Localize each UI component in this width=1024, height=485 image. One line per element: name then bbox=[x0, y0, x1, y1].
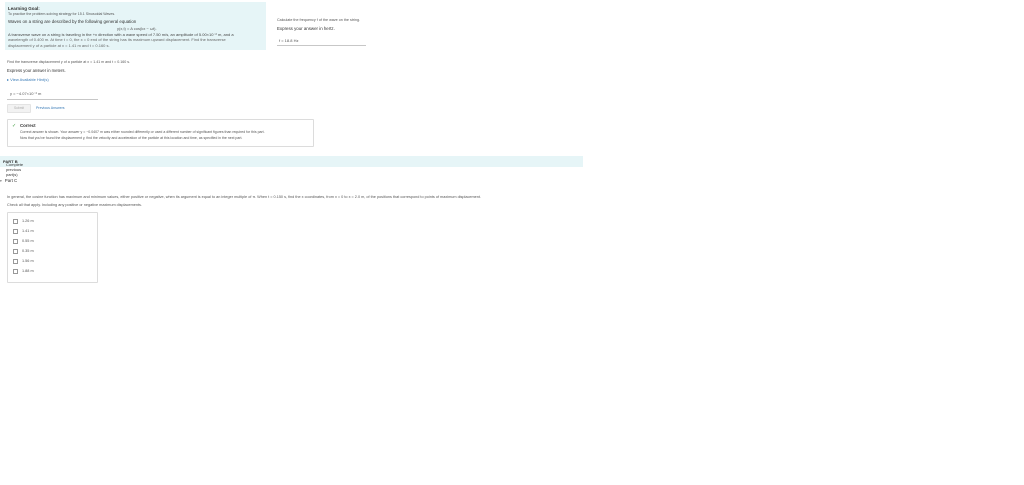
problem-line-3: displacement y of a particle at x = 1.41… bbox=[8, 42, 110, 48]
correct-title: Correct bbox=[20, 123, 36, 128]
view-hints-label: View Available Hint(s) bbox=[10, 77, 49, 82]
option-item[interactable]: 0.55 m bbox=[13, 238, 34, 245]
correct-feedback-box: ✓ Correct Correct answer is shown. Your … bbox=[7, 119, 314, 147]
checkbox[interactable] bbox=[13, 258, 18, 264]
checkbox[interactable] bbox=[13, 228, 18, 234]
previous-answers-link[interactable]: Previous Answers bbox=[36, 104, 65, 112]
part-c-title: Part C bbox=[4, 178, 18, 183]
part-a-question: Find the transverse displacement y of a … bbox=[7, 60, 131, 64]
option-label: 0.55 m bbox=[22, 239, 34, 243]
option-label: 1.88 m bbox=[22, 269, 34, 273]
chevron-down-icon: ▾ bbox=[0, 179, 2, 183]
frequency-part: Calculate the frequency f of the wave on… bbox=[277, 18, 377, 46]
checkbox[interactable] bbox=[13, 248, 18, 254]
frequency-answer: f = 18.8 Hz bbox=[277, 36, 366, 46]
part-a-answer-field[interactable]: y = −4.07×10⁻² m bbox=[7, 89, 98, 100]
check-icon: ✓ bbox=[12, 123, 17, 129]
option-item[interactable]: 1.88 m bbox=[13, 268, 34, 275]
learning-goal-title: Learning Goal: bbox=[8, 6, 40, 11]
part-b-status: Complete previous part(s) bbox=[6, 162, 24, 177]
checkbox[interactable] bbox=[13, 218, 18, 224]
checkbox[interactable] bbox=[13, 238, 18, 244]
option-item[interactable]: 1.56 m bbox=[13, 258, 34, 265]
learning-goal-subtitle: To practice the problem-solving strategy… bbox=[8, 12, 116, 16]
correct-message: Correct answer is shown. Your answer y =… bbox=[20, 130, 265, 134]
options-list: 1.26 m 1.41 m 0.55 m 0.35 m 1.56 m 1.88 … bbox=[7, 212, 98, 283]
frequency-express: Express your answer in hertz. bbox=[277, 26, 335, 31]
wave-equation: y(x,t) = A cos(kx − ωt). bbox=[117, 26, 157, 31]
problem-statement: A transverse wave on a string is traveli… bbox=[8, 32, 263, 48]
learning-goal-intro: Waves on a string are described by the f… bbox=[8, 19, 137, 24]
next-step-message: Now that you've found the displacement y… bbox=[20, 136, 243, 140]
option-item[interactable]: 1.41 m bbox=[13, 228, 34, 235]
submit-button[interactable]: Submit bbox=[7, 104, 31, 113]
part-c-header[interactable]: ▾ Part C bbox=[0, 178, 17, 183]
part-b-text: PART B Complete previous part(s) bbox=[3, 159, 23, 177]
option-label: 1.41 m bbox=[22, 229, 34, 233]
option-label: 1.56 m bbox=[22, 259, 34, 263]
frequency-question: Calculate the frequency f of the wave on… bbox=[277, 18, 361, 22]
part-a-express: Express your answer in meters. bbox=[7, 68, 66, 73]
option-label: 1.26 m bbox=[22, 219, 34, 223]
option-label: 0.35 m bbox=[22, 249, 34, 253]
part-b-bar: PART B Complete previous part(s) bbox=[0, 156, 583, 177]
chevron-right-icon: ▸ bbox=[7, 77, 10, 82]
part-c-instruction: Check all that apply. Including any posi… bbox=[7, 203, 142, 207]
learning-goal-panel: Learning Goal: To practice the problem-s… bbox=[5, 2, 266, 50]
option-item[interactable]: 1.26 m bbox=[13, 218, 34, 225]
checkbox[interactable] bbox=[13, 268, 18, 274]
view-hints-link[interactable]: ▸ View Available Hint(s) bbox=[7, 77, 49, 82]
option-item[interactable]: 0.35 m bbox=[13, 248, 34, 255]
part-c-question: In general, the cosine function has maxi… bbox=[7, 195, 481, 199]
